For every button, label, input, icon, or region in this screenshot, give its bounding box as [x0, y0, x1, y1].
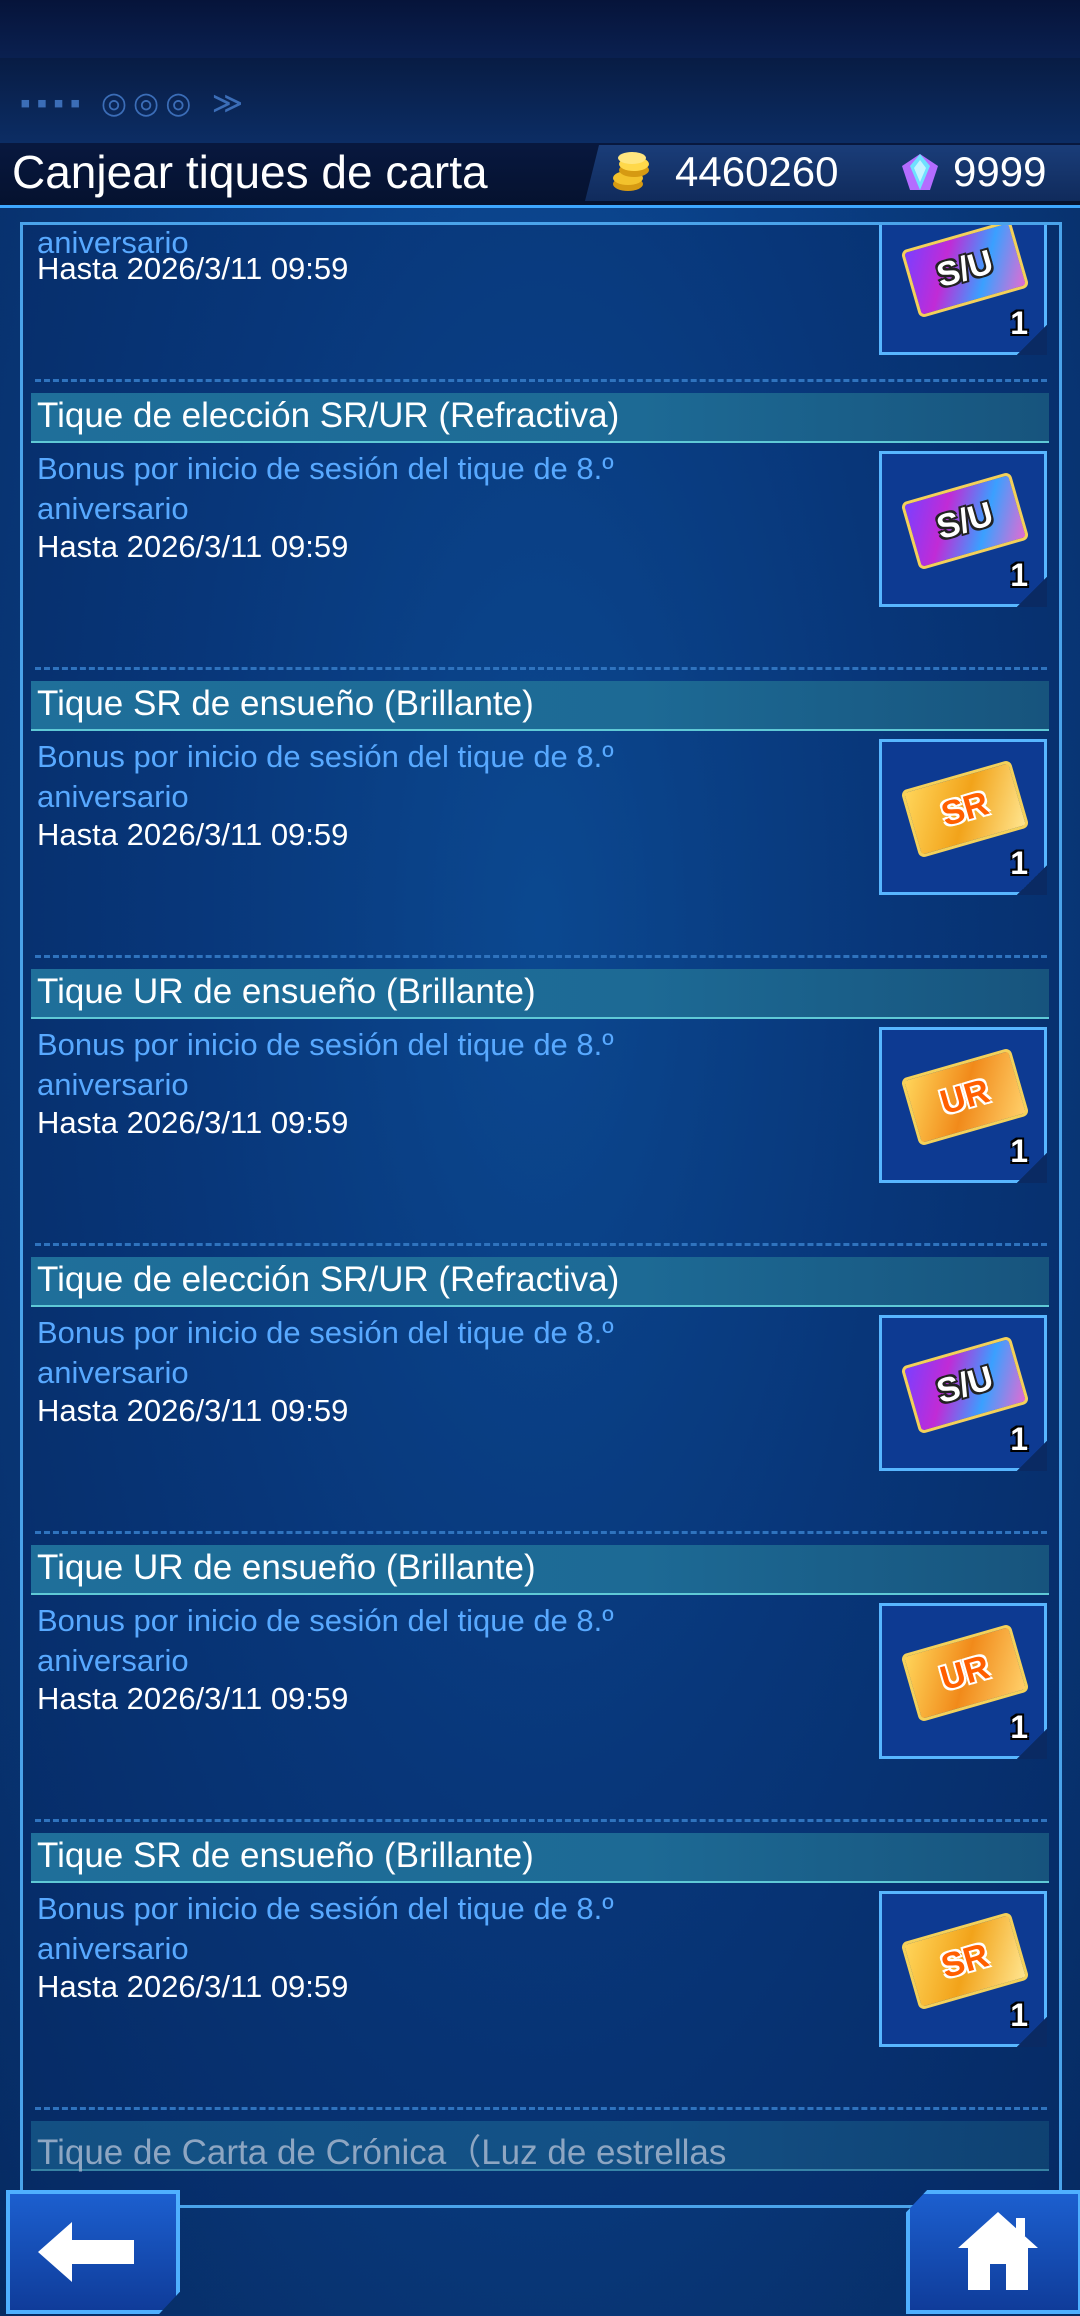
- item-expiry: Hasta 2026/3/11 09:59: [37, 529, 349, 564]
- item-description: Bonus por inicio de sesión del tique de …: [37, 1027, 614, 1102]
- item-title: Tique SR de ensueño (Brillante): [37, 1836, 534, 1875]
- divider: [35, 1531, 1047, 1534]
- ticket-list[interactable]: aniversario Hasta 2026/3/11 09:59 S/U 1 …: [20, 222, 1062, 2208]
- item-description: Bonus por inicio de sesión del tique de …: [37, 1315, 614, 1390]
- list-item[interactable]: Tique de elección SR/UR (Refractiva) Bon…: [23, 1243, 1059, 1531]
- ticket-quantity: 1: [1010, 1997, 1028, 2033]
- item-expiry: Hasta 2026/3/11 09:59: [37, 1393, 349, 1428]
- item-expiry: Hasta 2026/3/11 09:59: [37, 1969, 349, 2004]
- back-button[interactable]: [6, 2190, 180, 2314]
- item-title: Tique UR de ensueño (Brillante): [37, 1548, 536, 1587]
- list-item[interactable]: Tique SR de ensueño (Brillante) Bonus po…: [23, 667, 1059, 955]
- ticket-icon-box[interactable]: S/U 1: [879, 1315, 1047, 1471]
- divider: [35, 955, 1047, 958]
- ticket-icon-box[interactable]: SR 1: [879, 739, 1047, 895]
- ticket-icon-box[interactable]: S/U 1: [879, 225, 1047, 355]
- ticket-ur-icon: UR: [900, 1623, 1030, 1723]
- header-decoration: ▪▪▪▪ ◎◎◎ ≫: [0, 58, 1080, 148]
- ticket-sr-icon: SR: [900, 759, 1030, 859]
- ticket-su-icon: S/U: [900, 471, 1030, 571]
- ticket-icon-box[interactable]: SR 1: [879, 1891, 1047, 2047]
- list-item[interactable]: Tique UR de ensueño (Brillante) Bonus po…: [23, 1531, 1059, 1819]
- item-description: Bonus por inicio de sesión del tique de …: [37, 739, 614, 814]
- ticket-quantity: 1: [1010, 845, 1028, 881]
- ticket-sr-icon: SR: [900, 1911, 1030, 2011]
- gold-coins-icon: [613, 152, 649, 191]
- ticket-icon-box[interactable]: UR 1: [879, 1027, 1047, 1183]
- ticket-quantity: 1: [1010, 1421, 1028, 1457]
- page-title: Canjear tiques de carta: [12, 146, 488, 198]
- ticket-su-icon: S/U: [900, 1335, 1030, 1435]
- item-title: Tique UR de ensueño (Brillante): [37, 972, 536, 1011]
- divider: [35, 1819, 1047, 1822]
- item-title: Tique de elección SR/UR (Refractiva): [37, 396, 620, 435]
- item-description: Bonus por inicio de sesión del tique de …: [37, 451, 614, 526]
- ticket-icon-box[interactable]: S/U 1: [879, 451, 1047, 607]
- item-title: Tique SR de ensueño (Brillante): [37, 684, 534, 723]
- divider: [35, 379, 1047, 382]
- back-arrow-icon: [38, 2222, 134, 2282]
- item-title: Tique de elección SR/UR (Refractiva): [37, 1260, 620, 1299]
- item-title: Tique de Carta de Crónica（Luz de estrell…: [37, 2133, 727, 2172]
- ticket-quantity: 1: [1010, 1133, 1028, 1169]
- gem-icon: [902, 154, 938, 190]
- ticket-su-icon: S/U: [900, 225, 1030, 319]
- list-item[interactable]: Tique de elección SR/UR (Refractiva) Bon…: [23, 379, 1059, 667]
- divider: [35, 667, 1047, 670]
- item-description: Bonus por inicio de sesión del tique de …: [37, 1891, 614, 1966]
- item-expiry: Hasta 2026/3/11 09:59: [37, 1681, 349, 1716]
- list-item[interactable]: Tique SR de ensueño (Brillante) Bonus po…: [23, 1819, 1059, 2107]
- item-expiry: Hasta 2026/3/11 09:59: [37, 1105, 349, 1140]
- item-expiry: Hasta 2026/3/11 09:59: [37, 251, 349, 286]
- item-description: Bonus por inicio de sesión del tique de …: [37, 1603, 614, 1678]
- home-icon: [958, 2212, 1038, 2290]
- list-item[interactable]: Tique UR de ensueño (Brillante) Bonus po…: [23, 955, 1059, 1243]
- ticket-ur-icon: UR: [900, 1047, 1030, 1147]
- divider: [35, 1243, 1047, 1246]
- item-expiry: Hasta 2026/3/11 09:59: [37, 817, 349, 852]
- ticket-quantity: 1: [1010, 557, 1028, 593]
- ticket-quantity: 1: [1010, 1709, 1028, 1745]
- gold-amount: 4460260: [675, 148, 839, 195]
- gem-amount: 9999: [953, 148, 1047, 195]
- ticket-quantity: 1: [1010, 305, 1028, 341]
- home-button[interactable]: [906, 2190, 1080, 2314]
- divider: [35, 2107, 1047, 2110]
- status-band: [0, 0, 1080, 58]
- ticket-icon-box[interactable]: UR 1: [879, 1603, 1047, 1759]
